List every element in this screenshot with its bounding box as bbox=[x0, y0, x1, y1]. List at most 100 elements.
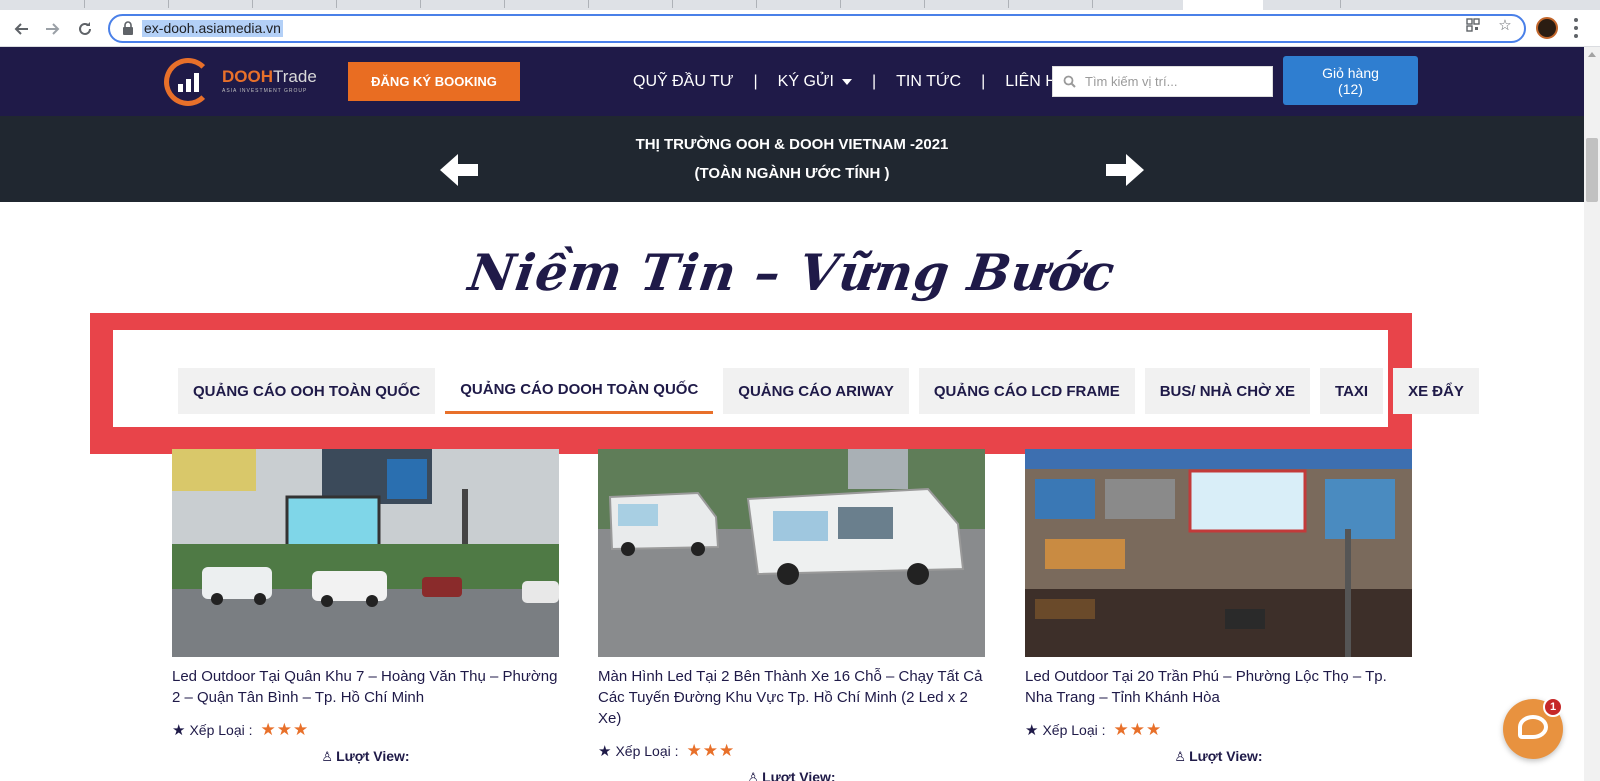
tab-lcd-frame[interactable]: QUẢNG CÁO LCD FRAME bbox=[918, 368, 1135, 414]
rating-row: ★ Xếp Loại : ★★★ bbox=[598, 741, 985, 761]
page-scrollbar[interactable] bbox=[1584, 47, 1600, 781]
nav-separator: | bbox=[872, 73, 877, 90]
page-viewport: DOOHTrade ASIA INVESTMENT GROUP ĐĂNG KÝ … bbox=[0, 47, 1584, 781]
cart-button[interactable]: Giỏ hàng (12) bbox=[1283, 56, 1418, 105]
product-photo[interactable] bbox=[172, 449, 559, 657]
tab-separator bbox=[756, 0, 757, 8]
bookmark-star-icon[interactable]: ☆ bbox=[1496, 16, 1514, 34]
browser-toolbar: ex-dooh.asiamedia.vn ☆ bbox=[0, 10, 1600, 47]
views-row: ♙ Lượt View: bbox=[1025, 748, 1412, 765]
search-box bbox=[1052, 66, 1273, 97]
news-banner: THỊ TRƯỜNG OOH & DOOH VIETNAM -2021 (TOÀ… bbox=[0, 116, 1584, 202]
chevron-down-icon bbox=[842, 78, 852, 85]
views-row: ♙ Lượt View: bbox=[598, 769, 985, 781]
profile-avatar[interactable] bbox=[1536, 17, 1558, 39]
product-card[interactable]: Màn Hình Led Tại 2 Bên Thành Xe 16 Chỗ –… bbox=[598, 449, 985, 781]
views-label: Lượt View: bbox=[336, 748, 410, 764]
product-card[interactable]: Led Outdoor Tại Quân Khu 7 – Hoàng Văn T… bbox=[172, 449, 559, 765]
views-row: ♙ Lượt View: bbox=[172, 748, 559, 765]
nav-item-ky-gui[interactable]: KÝ GỬI bbox=[778, 73, 852, 91]
logo-brand-bold: DOOH bbox=[222, 67, 273, 86]
browser-tab-active[interactable] bbox=[1183, 0, 1263, 10]
product-card[interactable]: Led Outdoor Tại 20 Trần Phú – Phường Lộc… bbox=[1025, 449, 1412, 765]
rating-stars: ★★★ bbox=[686, 741, 736, 760]
address-bar[interactable]: ex-dooh.asiamedia.vn bbox=[108, 14, 1526, 43]
rating-row: ★ Xếp Loại : ★★★ bbox=[172, 720, 559, 740]
rating-row: ★ Xếp Loại : ★★★ bbox=[1025, 720, 1412, 740]
qr-code-icon[interactable] bbox=[1464, 16, 1482, 34]
search-icon bbox=[1063, 75, 1076, 88]
rating-label: Xếp Loại : bbox=[615, 743, 679, 759]
views-label: Lượt View: bbox=[762, 769, 836, 781]
scrollbar-thumb[interactable] bbox=[1586, 138, 1598, 202]
chat-bubble-icon bbox=[1518, 715, 1548, 739]
tab-separator bbox=[336, 0, 337, 8]
star-icon: ★ bbox=[1025, 722, 1039, 739]
site-header: DOOHTrade ASIA INVESTMENT GROUP ĐĂNG KÝ … bbox=[0, 47, 1584, 116]
nav-item-ky-gui-label: KÝ GỬI bbox=[777, 73, 834, 90]
forward-arrow-icon[interactable] bbox=[42, 18, 64, 40]
chat-unread-badge: 1 bbox=[1543, 697, 1563, 717]
cart-label: Giỏ hàng bbox=[1322, 64, 1379, 81]
star-icon: ★ bbox=[172, 722, 186, 739]
booking-button[interactable]: ĐĂNG KÝ BOOKING bbox=[348, 62, 520, 101]
tab-dooh-toan-quoc[interactable]: QUẢNG CÁO DOOH TOÀN QUỐC bbox=[445, 368, 714, 414]
tab-separator bbox=[420, 0, 421, 8]
browser-menu-icon[interactable] bbox=[1573, 18, 1579, 38]
tab-ooh-toan-quoc[interactable]: QUẢNG CÁO OOH TOÀN QUỐC bbox=[178, 368, 436, 414]
logo-chart-icon bbox=[178, 72, 200, 92]
slogan: Niềm Tin – Vững Bước bbox=[465, 243, 1119, 302]
url-text[interactable]: ex-dooh.asiamedia.vn bbox=[142, 20, 283, 37]
rating-stars: ★★★ bbox=[260, 720, 310, 739]
product-photo[interactable] bbox=[598, 449, 985, 657]
search-input[interactable] bbox=[1085, 67, 1267, 96]
tab-separator bbox=[588, 0, 589, 8]
scroll-up-icon[interactable] bbox=[1588, 52, 1596, 57]
browser-tabstrip bbox=[0, 0, 1600, 10]
tab-separator bbox=[252, 0, 253, 8]
banner-title-line1[interactable]: THỊ TRƯỜNG OOH & DOOH VIETNAM -2021 bbox=[0, 136, 1584, 153]
lock-icon bbox=[123, 21, 133, 35]
category-tabs: QUẢNG CÁO OOH TOÀN QUỐC QUẢNG CÁO DOOH T… bbox=[178, 368, 1479, 414]
person-icon: ♙ bbox=[747, 770, 760, 781]
tab-separator bbox=[168, 0, 169, 8]
tab-ariway[interactable]: QUẢNG CÁO ARIWAY bbox=[723, 368, 909, 414]
main-nav: QUỸ ĐẦU TƯ | KÝ GỬI | TIN TỨC | LIÊN HỆ bbox=[633, 71, 1067, 93]
tab-separator bbox=[840, 0, 841, 8]
tab-xe-day[interactable]: XE ĐẨY bbox=[1393, 368, 1479, 414]
person-icon: ♙ bbox=[321, 749, 334, 764]
product-photo[interactable] bbox=[1025, 449, 1412, 657]
tab-separator bbox=[504, 0, 505, 8]
arrow-right-icon[interactable] bbox=[1104, 152, 1144, 188]
nav-item-tin-tuc[interactable]: TIN TỨC bbox=[896, 73, 961, 91]
logo-brand: DOOHTrade bbox=[222, 67, 317, 87]
views-label: Lượt View: bbox=[1189, 748, 1263, 764]
tab-separator bbox=[924, 0, 925, 8]
reload-icon[interactable] bbox=[74, 18, 96, 40]
tab-separator bbox=[84, 0, 85, 8]
tab-separator bbox=[1340, 0, 1341, 8]
rating-label: Xếp Loại : bbox=[189, 722, 253, 738]
nav-separator: | bbox=[753, 73, 758, 90]
tab-separator bbox=[1008, 0, 1009, 8]
nav-item-quy-dau-tu[interactable]: QUỸ ĐẦU TƯ bbox=[633, 73, 734, 91]
rating-stars: ★★★ bbox=[1113, 720, 1163, 739]
product-title[interactable]: Màn Hình Led Tại 2 Bên Thành Xe 16 Chỗ –… bbox=[598, 666, 985, 729]
tab-taxi[interactable]: TAXI bbox=[1320, 368, 1384, 414]
star-icon: ★ bbox=[598, 743, 612, 760]
logo-tagline: ASIA INVESTMENT GROUP bbox=[222, 88, 308, 94]
chat-widget-button[interactable]: 1 bbox=[1503, 697, 1563, 759]
tab-separator bbox=[1092, 0, 1093, 8]
tab-separator bbox=[672, 0, 673, 8]
banner-title-line2[interactable]: (TOÀN NGÀNH ƯỚC TÍNH ) bbox=[0, 165, 1584, 182]
product-title[interactable]: Led Outdoor Tại 20 Trần Phú – Phường Lộc… bbox=[1025, 666, 1412, 708]
logo-brand-thin: Trade bbox=[273, 67, 317, 86]
tab-bus-nha-cho-xe[interactable]: BUS/ NHÀ CHỜ XE bbox=[1144, 368, 1311, 414]
product-title[interactable]: Led Outdoor Tại Quân Khu 7 – Hoàng Văn T… bbox=[172, 666, 559, 708]
cart-count: (12) bbox=[1338, 80, 1363, 97]
rating-label: Xếp Loại : bbox=[1042, 722, 1106, 738]
site-logo[interactable]: DOOHTrade ASIA INVESTMENT GROUP bbox=[160, 58, 320, 106]
person-icon: ♙ bbox=[1174, 749, 1187, 764]
nav-separator: | bbox=[981, 73, 986, 90]
back-arrow-icon[interactable] bbox=[10, 18, 32, 40]
